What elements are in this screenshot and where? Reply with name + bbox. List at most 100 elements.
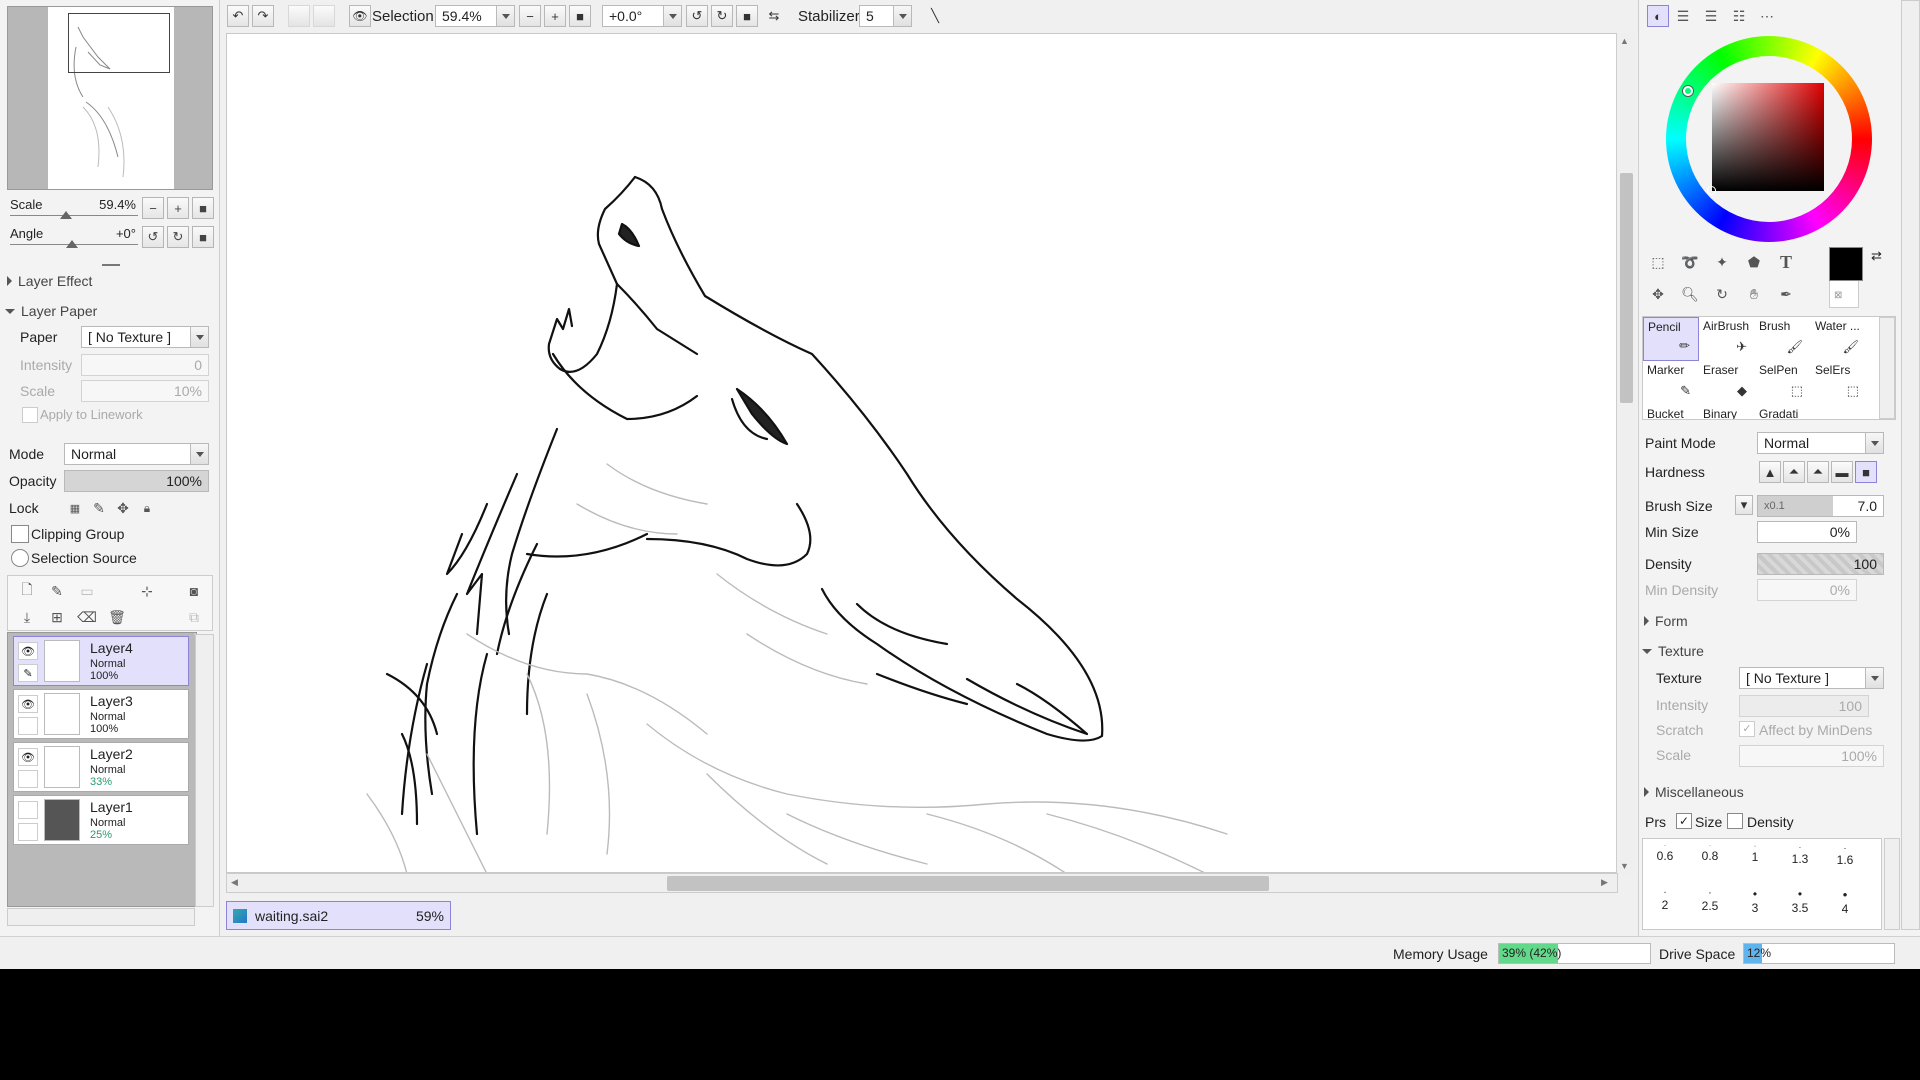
document-tab[interactable]: waiting.sai2 59% xyxy=(226,901,451,930)
swap-colors-icon[interactable]: ⇄ xyxy=(1871,248,1882,264)
layer-effect-section[interactable]: Layer Effect xyxy=(7,273,92,289)
hardness-selector[interactable]: ▲ ⏶ ⏶ ▬ ■ xyxy=(1759,461,1884,483)
tool-marker[interactable]: Marker ✎ xyxy=(1643,361,1699,405)
scroll-left-icon[interactable]: ◀ xyxy=(231,877,238,888)
tool-airbrush[interactable]: AirBrush ✈ xyxy=(1699,317,1755,361)
apply-linework-checkbox[interactable] xyxy=(22,407,38,423)
transparent-color-icon[interactable]: ⊠ xyxy=(1834,290,1842,301)
toolbar-rotate-right-button[interactable]: ↻ xyxy=(711,5,733,27)
merge-down-icon[interactable]: ⤓ xyxy=(16,606,38,628)
visibility-eye-icon[interactable]: 👁︎ xyxy=(18,748,38,766)
min-size-slider[interactable]: 0% xyxy=(1757,521,1857,543)
scroll-up-icon[interactable]: ▲ xyxy=(1620,36,1629,46)
magic-wand-icon[interactable]: ✦ xyxy=(1711,251,1733,273)
layer-list-hscrollbar[interactable] xyxy=(7,908,195,926)
layer-paper-section[interactable]: Layer Paper xyxy=(5,303,97,319)
lock-paint-icon[interactable]: ✎ xyxy=(88,497,110,519)
show-selection-icon[interactable]: 👁︎ xyxy=(349,5,371,27)
new-linework-layer-icon[interactable]: ✎ xyxy=(46,580,68,602)
eyedropper-icon[interactable]: ✒ xyxy=(1775,283,1797,305)
rotate-right-button[interactable]: ↻ xyxy=(167,226,189,248)
rotate-tool-icon[interactable]: ↻ xyxy=(1711,283,1733,305)
zoom-in-button[interactable]: + xyxy=(167,197,189,219)
toolbar-zoom-reset-button[interactable]: ■ xyxy=(569,5,591,27)
size-preset[interactable]: • 3.5 xyxy=(1778,887,1822,915)
paper-scale-field[interactable]: 10% xyxy=(81,380,209,402)
layer-item-layer2[interactable]: 👁︎ Layer2 Normal 33% xyxy=(13,742,189,792)
texture-intensity-slider[interactable]: 100 xyxy=(1739,695,1869,717)
affect-mindens-checkbox[interactable]: ✓ xyxy=(1739,721,1755,737)
brush-size-multiplier-dropdown[interactable]: ▾ xyxy=(1735,495,1753,515)
pressure-size-checkbox[interactable]: ✓ xyxy=(1676,813,1692,829)
brush-size-slider[interactable]: x0.1 7.0 xyxy=(1757,495,1884,517)
hardness-hard-icon[interactable]: ▬ xyxy=(1831,461,1853,483)
new-folder-icon[interactable]: ▭ xyxy=(76,580,98,602)
lock-transparency-icon[interactable]: ▦ xyxy=(64,497,86,519)
zoom-select[interactable]: 59.4% xyxy=(435,5,515,27)
straight-line-icon[interactable]: ╲ xyxy=(924,5,946,27)
hardness-max-icon[interactable]: ■ xyxy=(1855,461,1877,483)
rotate-reset-button[interactable]: ■ xyxy=(192,226,214,248)
panel-splitter[interactable] xyxy=(102,264,120,266)
move-icon[interactable]: ✥ xyxy=(1647,283,1669,305)
texture-scale-slider[interactable]: 100% xyxy=(1739,745,1884,767)
zoom-tool-icon[interactable]: 🔍︎ xyxy=(1679,283,1701,305)
min-density-slider[interactable]: 0% xyxy=(1757,579,1857,601)
size-preset[interactable]: · 1.6 xyxy=(1823,843,1867,867)
layer-item-layer1[interactable]: Layer1 Normal 25% xyxy=(13,795,189,845)
rect-select-icon[interactable]: ⬚ xyxy=(1647,251,1669,273)
texture-section[interactable]: Texture xyxy=(1642,643,1704,659)
visibility-eye-slot[interactable] xyxy=(18,801,38,819)
layer-pen-slot[interactable] xyxy=(18,823,38,841)
paint-mode-select[interactable]: Normal xyxy=(1757,432,1884,454)
scale-slider[interactable]: Scale 59.4% xyxy=(10,197,138,219)
layer-list-scrollbar[interactable] xyxy=(195,634,214,907)
invert-selection-button[interactable] xyxy=(313,5,335,27)
selection-source-radio[interactable] xyxy=(11,549,29,567)
lock-all-icon[interactable]: 🔒︎ xyxy=(136,497,158,519)
add-layer-icon[interactable]: ⊞ xyxy=(46,606,68,628)
color-wheel-tab-icon[interactable]: ◐ xyxy=(1647,5,1669,27)
navigator-viewport-rect[interactable] xyxy=(68,13,170,73)
foreground-color-swatch[interactable] xyxy=(1829,247,1863,281)
toolbar-zoom-out-button[interactable]: − xyxy=(519,5,541,27)
canvas-vertical-scrollbar[interactable]: ▲ ▼ xyxy=(1616,33,1635,875)
layer-item-layer4[interactable]: 👁︎ ✎ Layer4 Normal 100% xyxy=(13,636,189,686)
size-preset[interactable]: • 3 xyxy=(1733,887,1777,915)
navigator-preview[interactable] xyxy=(7,6,213,190)
size-preset[interactable]: · 0.8 xyxy=(1688,843,1732,863)
tool-brush[interactable]: Brush 🖌︎ xyxy=(1755,317,1811,361)
pressure-density-checkbox[interactable] xyxy=(1727,813,1743,829)
canvas-vscroll-thumb[interactable] xyxy=(1620,173,1633,403)
flip-horizontal-icon[interactable]: ⇆ xyxy=(763,5,785,27)
angle-slider[interactable]: Angle +0° xyxy=(10,226,138,248)
delete-layer-icon[interactable]: 🗑︎ xyxy=(106,606,128,628)
toolbar-zoom-in-button[interactable]: + xyxy=(544,5,566,27)
zoom-reset-button[interactable]: ■ xyxy=(192,197,214,219)
new-layer-icon[interactable]: 🗋︎ xyxy=(16,580,38,602)
hue-marker[interactable] xyxy=(1683,86,1693,96)
brush-texture-select[interactable]: [ No Texture ] xyxy=(1739,667,1884,689)
size-preset[interactable]: · 0.6 xyxy=(1643,843,1687,863)
tool-selers[interactable]: SelErs ⬚ xyxy=(1811,361,1867,405)
tool-gradation[interactable]: Gradati xyxy=(1755,405,1811,419)
sv-marker[interactable] xyxy=(1707,186,1716,195)
tool-binary[interactable]: Binary xyxy=(1699,405,1755,419)
tool-eraser[interactable]: Eraser ◆ xyxy=(1699,361,1755,405)
opacity-slider[interactable]: 100% xyxy=(64,470,209,492)
size-preset[interactable]: · 1.3 xyxy=(1778,843,1822,866)
layer-transform-icon[interactable]: ⊹ xyxy=(136,580,158,602)
stabilizer-select[interactable]: 5 xyxy=(859,5,912,27)
canvas-horizontal-scrollbar[interactable]: ◀ ▶ xyxy=(226,873,1618,893)
zoom-out-button[interactable]: − xyxy=(142,197,164,219)
density-slider[interactable]: 100 xyxy=(1757,553,1884,575)
paper-texture-select[interactable]: [ No Texture ] xyxy=(81,326,209,348)
deselect-button[interactable] xyxy=(288,5,310,27)
tool-pencil[interactable]: Pencil ✏ xyxy=(1643,317,1699,361)
form-section[interactable]: Form xyxy=(1644,613,1688,629)
rgb-sliders-tab-icon[interactable]: ☰ xyxy=(1672,5,1694,27)
scroll-right-icon[interactable]: ▶ xyxy=(1601,877,1608,888)
blend-mode-select[interactable]: Normal xyxy=(64,443,209,465)
saturation-value-square[interactable] xyxy=(1712,83,1824,191)
layer-mask-icon[interactable]: ◙ xyxy=(183,580,205,602)
